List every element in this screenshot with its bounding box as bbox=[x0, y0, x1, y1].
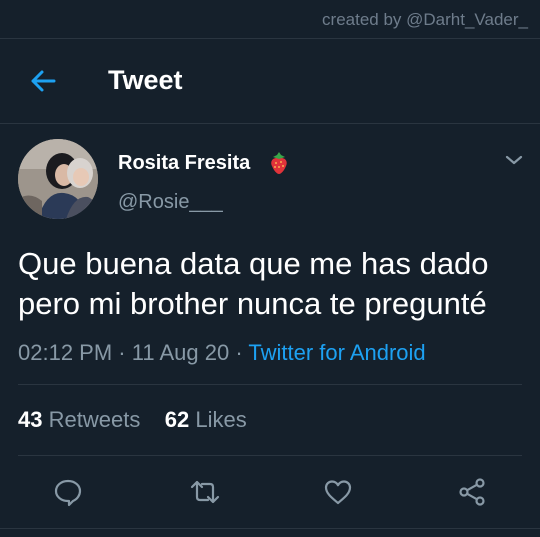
retweets-count: 43 bbox=[18, 407, 43, 432]
avatar[interactable] bbox=[18, 139, 98, 219]
tweet-time: 02:12 PM bbox=[18, 340, 113, 365]
divider bbox=[18, 384, 522, 385]
arrow-left-icon[interactable] bbox=[28, 67, 58, 95]
chevron-down-icon[interactable] bbox=[503, 151, 525, 169]
likes-label: Likes bbox=[195, 407, 247, 432]
tweet-meta: 02:12 PM · 11 Aug 20 · Twitter for Andro… bbox=[18, 340, 426, 366]
retweet-icon[interactable] bbox=[189, 476, 221, 508]
tweet-text-line: pero mi brother nunca te pregunté bbox=[18, 286, 487, 321]
tweet-date: 11 Aug 20 bbox=[131, 340, 230, 365]
avatar-image bbox=[18, 139, 98, 219]
top-bar: Tweet bbox=[0, 38, 540, 124]
share-icon[interactable] bbox=[456, 476, 488, 508]
reply-icon[interactable] bbox=[52, 476, 84, 508]
watermark: created by @Darht_Vader_ bbox=[322, 10, 528, 29]
meta-separator: · bbox=[229, 340, 249, 365]
divider bbox=[18, 455, 522, 456]
tweet-text: Que buena data que me has dado pero mi b… bbox=[18, 244, 528, 324]
tweet-source-link[interactable]: Twitter for Android bbox=[248, 340, 425, 365]
page-title: Tweet bbox=[108, 65, 183, 95]
display-name[interactable]: Rosita Fresita bbox=[118, 152, 250, 175]
user-handle[interactable]: @Rosie___ bbox=[118, 191, 223, 214]
divider bbox=[0, 528, 540, 529]
like-icon[interactable] bbox=[322, 476, 354, 508]
retweets-stat[interactable]: 43 Retweets bbox=[18, 407, 140, 432]
meta-separator: · bbox=[112, 340, 132, 365]
likes-count: 62 bbox=[164, 407, 190, 432]
tweet-text-line: Que buena data que me has dado bbox=[18, 246, 489, 281]
tweet-stats: 43 Retweets 62 Likes bbox=[18, 407, 247, 433]
strawberry-icon bbox=[271, 152, 287, 174]
likes-stat[interactable]: 62 Likes bbox=[165, 407, 247, 432]
retweets-label: Retweets bbox=[48, 407, 141, 432]
